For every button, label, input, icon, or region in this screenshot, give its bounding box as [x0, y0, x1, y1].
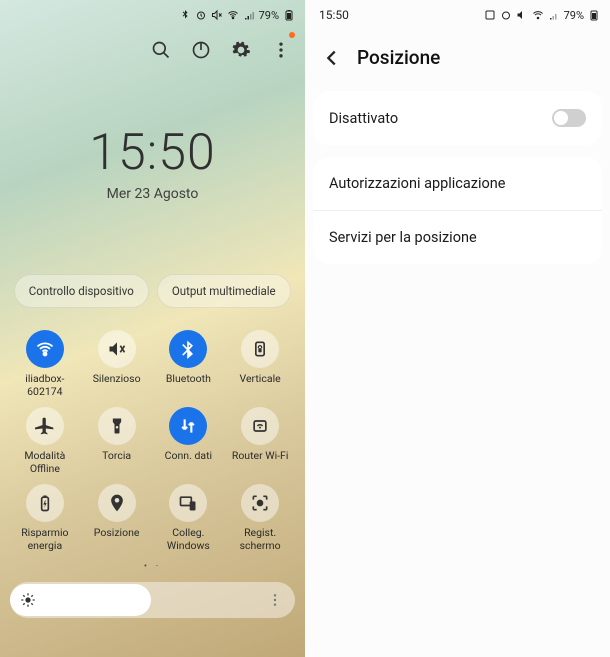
tile-label: Torcia [102, 450, 131, 476]
clock-time: 15:50 [0, 124, 305, 182]
qs-tile-screen-record[interactable]: Regist. schermo [225, 484, 295, 553]
tile-label: Bluetooth [166, 373, 211, 399]
settings-header: Posizione [305, 26, 610, 85]
quick-settings-grid: iliadbox-602174 Silenzioso Bluetooth Vertic… [0, 320, 305, 553]
shade-actions [0, 26, 305, 68]
bluetooth-status-icon [179, 9, 191, 21]
rotate-lock-icon[interactable] [241, 330, 279, 368]
location-settings-pane: 15:50 79% Posizione Disattivato Autorizz… [305, 0, 610, 657]
battery-percent: 79% [564, 9, 584, 22]
bluetooth-icon[interactable] [169, 330, 207, 368]
signal-status-icon [243, 9, 255, 21]
device-control-button[interactable]: Controllo dispositivo [14, 274, 149, 308]
gear-icon[interactable] [231, 40, 251, 60]
search-icon[interactable] [151, 40, 171, 60]
data-icon[interactable] [169, 407, 207, 445]
status-time: 15:50 [315, 8, 349, 22]
battery-icon [283, 9, 295, 21]
tile-label: Risparmio energia [10, 527, 80, 553]
screenshot-status-icon [484, 9, 496, 21]
qs-tile-airplane[interactable]: Modalità Offline [10, 407, 80, 476]
wifi-icon[interactable] [26, 330, 64, 368]
more-icon[interactable] [271, 40, 291, 60]
brightness-icon [20, 592, 36, 608]
row-label: Servizi per la posizione [329, 229, 477, 246]
mute-status-icon [516, 9, 528, 21]
qs-tile-location[interactable]: Posizione [82, 484, 152, 553]
location-icon[interactable] [98, 484, 136, 522]
battery-percent: 79% [259, 9, 279, 22]
tile-label: Posizione [94, 527, 140, 553]
tile-label: Modalità Offline [10, 450, 80, 476]
qs-tile-link-windows[interactable]: Colleg. Windows [154, 484, 224, 553]
flashlight-icon[interactable] [98, 407, 136, 445]
toggle-label: Disattivato [329, 110, 398, 127]
qs-tile-wifi[interactable]: iliadbox-602174 [10, 330, 80, 399]
qs-tile-flashlight[interactable]: Torcia [82, 407, 152, 476]
tile-label: Verticale [240, 373, 281, 399]
clock-block: 15:50 Mer 23 Agosto [0, 124, 305, 202]
clock-date: Mer 23 Agosto [0, 186, 305, 202]
row-label: Autorizzazioni applicazione [329, 175, 505, 192]
signal-status-icon [548, 9, 560, 21]
back-icon[interactable] [321, 47, 343, 69]
tile-label: Router Wi-Fi [232, 450, 289, 476]
tile-label: iliadbox-602174 [10, 373, 80, 399]
status-bar: 79% [0, 0, 305, 26]
qs-tile-data[interactable]: Conn. dati [154, 407, 224, 476]
brightness-more-icon[interactable] [259, 584, 291, 616]
tile-label: Regist. schermo [225, 527, 295, 553]
alarm-status-icon [195, 9, 207, 21]
link-windows-icon[interactable] [169, 484, 207, 522]
wifi-status-icon [532, 9, 544, 21]
qs-tile-rotate-lock[interactable]: Verticale [225, 330, 295, 399]
notification-dot [289, 32, 295, 38]
mute-status-icon [211, 9, 223, 21]
pager-dots: • · [0, 561, 305, 572]
app-permissions-row[interactable]: Autorizzazioni applicazione [313, 157, 602, 210]
brightness-fill [10, 584, 151, 616]
location-services-row[interactable]: Servizi per la posizione [313, 210, 602, 264]
toggle-switch[interactable] [552, 109, 586, 127]
airplane-icon[interactable] [26, 407, 64, 445]
page-title: Posizione [357, 46, 440, 69]
options-section: Autorizzazioni applicazione Servizi per … [313, 157, 602, 264]
notification-shade-pane: 79% 15:50 Mer 23 Agosto Controllo dispos… [0, 0, 305, 657]
tile-label: Conn. dati [165, 450, 212, 476]
qs-tile-hotspot[interactable]: Router Wi-Fi [225, 407, 295, 476]
wifi-status-icon [227, 9, 239, 21]
media-output-button[interactable]: Output multimediale [157, 274, 292, 308]
mute-icon[interactable] [98, 330, 136, 368]
battery-save-icon[interactable] [26, 484, 64, 522]
toggle-section: Disattivato [313, 91, 602, 145]
tile-label: Silenzioso [93, 373, 141, 399]
status-bar-right: 15:50 79% [305, 0, 610, 26]
qs-tile-mute[interactable]: Silenzioso [82, 330, 152, 399]
alarm-status-icon [500, 9, 512, 21]
qs-tile-bluetooth[interactable]: Bluetooth [154, 330, 224, 399]
location-toggle-row[interactable]: Disattivato [313, 91, 602, 145]
brightness-slider[interactable] [10, 582, 295, 618]
hotspot-icon[interactable] [241, 407, 279, 445]
tile-label: Colleg. Windows [154, 527, 224, 553]
qs-tile-battery-save[interactable]: Risparmio energia [10, 484, 80, 553]
screen-record-icon[interactable] [241, 484, 279, 522]
power-icon[interactable] [191, 40, 211, 60]
battery-icon [588, 9, 600, 21]
